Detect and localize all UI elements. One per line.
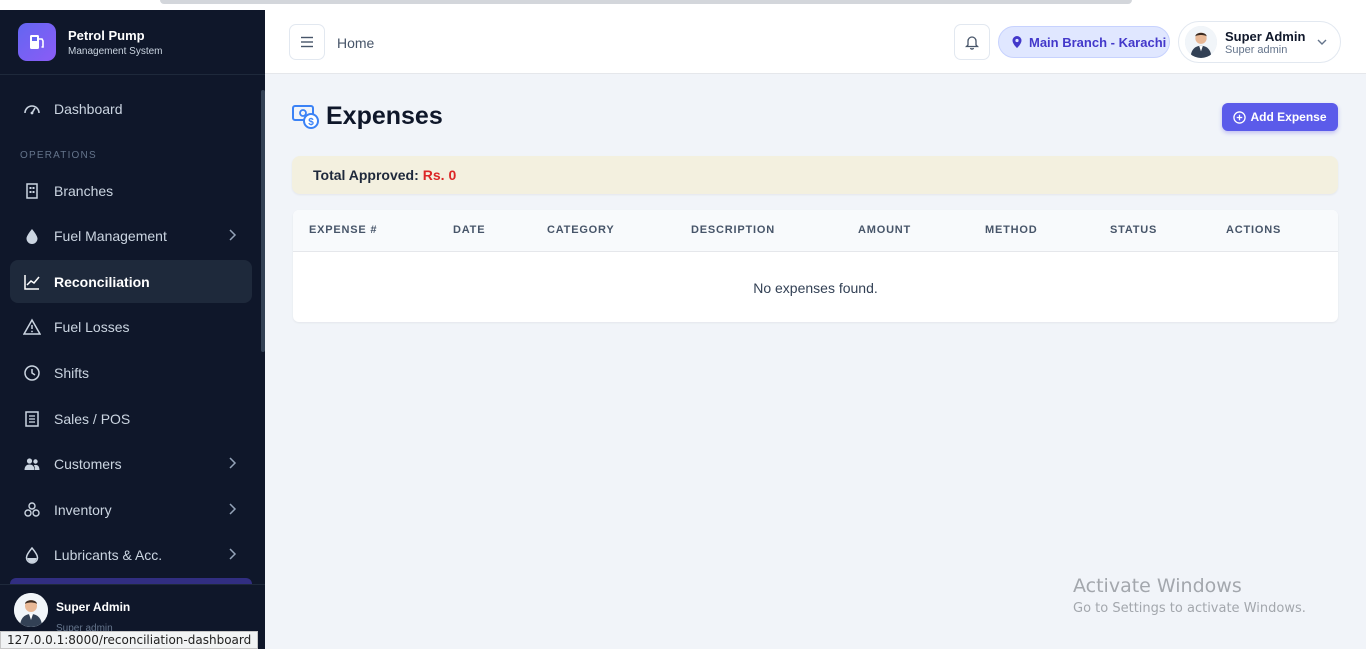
sidebar-scrollbar[interactable] [261,90,265,352]
sidebar-item-fuel-losses[interactable]: Fuel Losses [10,305,252,348]
gauge-icon [23,100,41,118]
empty-table-message: No expenses found. [753,280,878,296]
boxes-icon [23,501,41,519]
chevron-right-icon [229,548,237,560]
sidebar-item-label: Dashboard [54,100,123,117]
branch-name: Main Branch - Karachi [1029,34,1167,50]
breadcrumb[interactable]: Home [337,35,374,51]
chevron-right-icon [229,457,237,469]
add-expense-label: Add Expense [1250,110,1327,124]
fuel-pump-logo-icon [18,23,56,61]
sidebar: Petrol Pump Management System Dashboard … [0,10,265,649]
total-approved-value: Rs. 0 [422,167,457,183]
sidebar-item-label: Customers [54,455,122,472]
sidebar-item-fuel-management[interactable]: Fuel Management [10,214,252,257]
sidebar-item-customers[interactable]: Customers [10,442,252,485]
chevron-right-icon [229,503,237,515]
page-title: Expenses [326,102,443,130]
footer-user-name: Super Admin [56,600,131,614]
column-header-actions: ACTIONS [1226,224,1282,236]
oil-drop-icon [23,546,41,564]
sidebar-item-label: Fuel Losses [54,318,130,335]
sidebar-item-sales-pos[interactable]: Sales / POS [10,397,252,440]
sidebar-item-label: Inventory [54,501,112,518]
total-approved-label: Total Approved: [313,167,419,183]
brand-title: Petrol Pump [68,27,145,43]
brand-subtitle: Management System [68,45,163,57]
svg-text:$: $ [308,117,314,128]
chevron-right-icon [229,229,237,241]
total-approved-bar: Total Approved: Rs. 0 [292,156,1338,194]
brand: Petrol Pump Management System [0,10,265,75]
bell-icon [965,36,979,50]
sidebar-item-label: Reconciliation [54,273,150,290]
sidebar-item-label: Lubricants & Acc. [54,546,163,563]
browser-scroll-indicator [160,0,1132,4]
section-label-operations: OPERATIONS [20,150,97,161]
avatar [14,593,48,627]
warning-icon [23,317,41,336]
sidebar-item-shifts[interactable]: Shifts [10,351,252,394]
column-header-status[interactable]: STATUS [1110,224,1157,236]
top-header: Home Main Branch - Karachi Super Admin S… [265,10,1366,74]
sidebar-item-label: Sales / POS [54,410,131,427]
sidebar-item-dashboard[interactable]: Dashboard [10,87,252,130]
clock-icon [23,364,41,382]
expenses-table: EXPENSE # DATE CATEGORY DESCRIPTION AMOU… [293,210,1338,322]
user-name: Super Admin [1225,29,1306,44]
user-role: Super admin [1225,44,1288,56]
column-header-date[interactable]: DATE [453,224,485,236]
hamburger-icon [301,36,313,48]
droplet-icon [23,227,41,245]
notifications-button[interactable] [954,24,990,60]
sidebar-item-label: Branches [54,182,114,199]
column-header-amount[interactable]: AMOUNT [858,224,911,236]
map-pin-icon [1012,36,1022,48]
column-header-method[interactable]: METHOD [985,224,1037,236]
sidebar-item-reconciliation[interactable]: Reconciliation [10,260,252,303]
sidebar-item-branches[interactable]: Branches [10,169,252,212]
chart-line-icon [23,273,41,291]
branch-selector[interactable]: Main Branch - Karachi [998,26,1170,58]
plus-circle-icon [1233,110,1247,124]
column-header-expense-number[interactable]: EXPENSE # [309,224,377,236]
menu-toggle-button[interactable] [289,24,325,60]
users-icon [23,455,41,473]
building-icon [23,182,41,200]
receipt-icon [23,410,41,428]
sidebar-item-label: Fuel Management [54,227,167,244]
sidebar-item-label: Shifts [54,364,90,381]
sidebar-item-lubricants[interactable]: Lubricants & Acc. [10,533,252,576]
browser-top-strip [0,0,1366,10]
column-header-description[interactable]: DESCRIPTION [691,224,775,236]
avatar [1185,26,1217,58]
column-header-category[interactable]: CATEGORY [547,224,615,236]
add-expense-button[interactable]: Add Expense [1222,103,1338,131]
windows-activation-watermark: Activate Windows Go to Settings to activ… [1073,575,1306,616]
status-url-tooltip: 127.0.0.1:8000/reconciliation-dashboard [0,631,259,649]
sidebar-item-inventory[interactable]: Inventory [10,488,252,531]
page-heading: $ Expenses [292,102,443,131]
expenses-money-icon: $ [292,104,319,129]
user-menu[interactable]: Super Admin Super admin [1178,21,1341,63]
chevron-down-icon [1317,39,1327,45]
table-header: EXPENSE # DATE CATEGORY DESCRIPTION AMOU… [293,210,1338,252]
watermark-title: Activate Windows [1073,575,1242,597]
watermark-subtitle: Go to Settings to activate Windows. [1073,601,1306,616]
